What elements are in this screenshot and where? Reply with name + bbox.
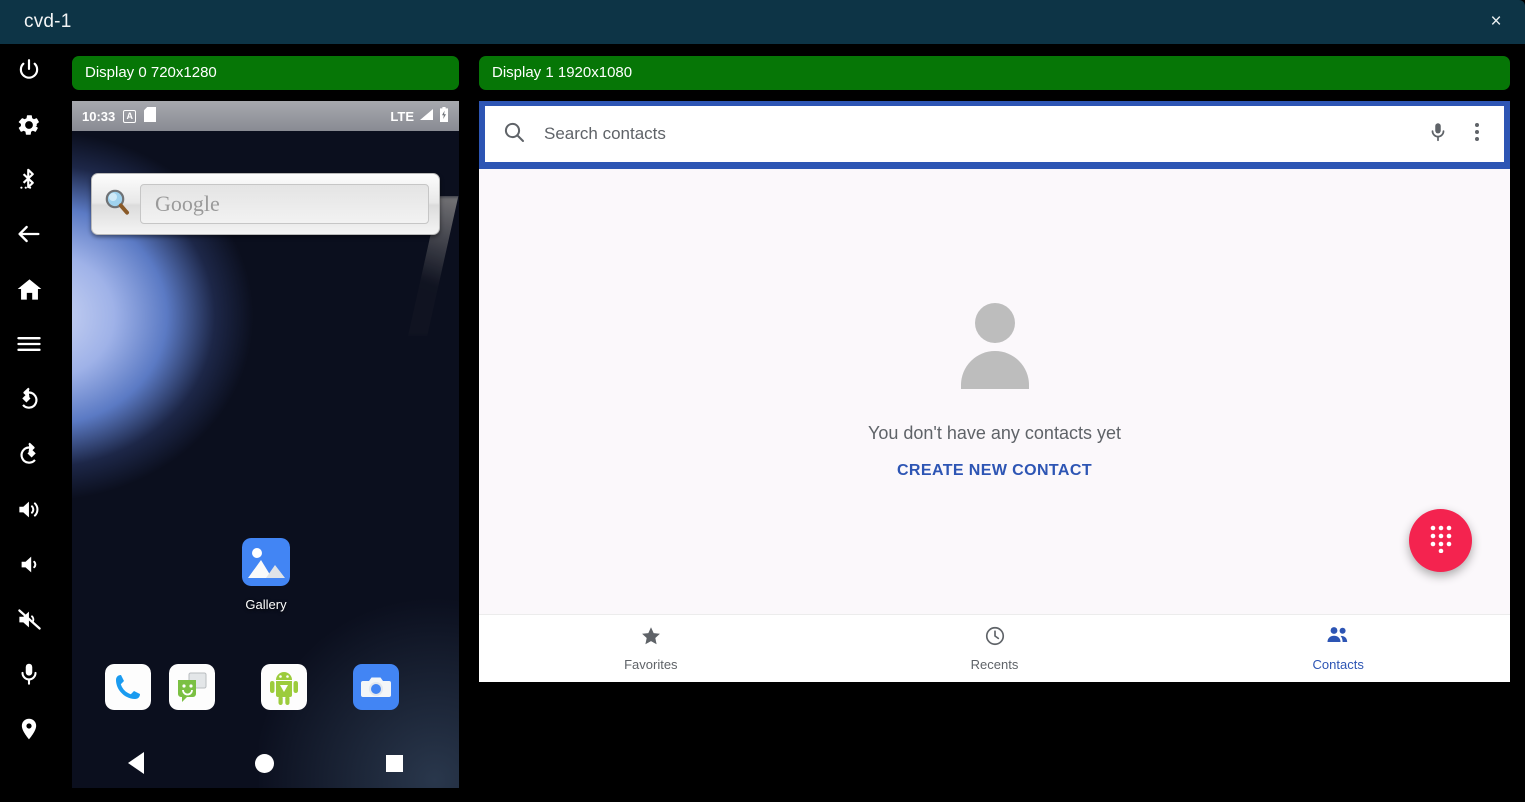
network-type-label: LTE xyxy=(390,109,414,124)
person-placeholder-icon xyxy=(956,303,1034,389)
sidebar-item-settings[interactable] xyxy=(7,103,51,147)
window-title: cvd-1 xyxy=(24,0,71,44)
contacts-search-container: Search contacts xyxy=(479,101,1510,169)
search-magnifier-icon xyxy=(102,187,132,222)
sd-card-icon xyxy=(144,107,156,125)
sidebar-item-home[interactable] xyxy=(7,267,51,311)
contacts-empty-state: You don't have any contacts yet CREATE N… xyxy=(479,169,1510,614)
volume-mute-icon xyxy=(16,606,43,633)
tab-recents[interactable]: Recents xyxy=(823,615,1167,682)
sidebar-item-volume-mute[interactable] xyxy=(7,597,51,641)
create-new-contact-button[interactable]: CREATE NEW CONTACT xyxy=(897,462,1092,480)
dock-item-android[interactable] xyxy=(261,664,307,710)
sidebar-item-rotate-right[interactable] xyxy=(7,432,51,476)
sidebar-item-location[interactable] xyxy=(7,707,51,751)
microphone-icon[interactable] xyxy=(1427,121,1449,148)
location-pin-icon xyxy=(16,716,42,742)
rotate-right-icon xyxy=(16,441,42,467)
display-1-screen[interactable]: Search contacts You d xyxy=(479,101,1510,682)
battery-charging-icon xyxy=(439,107,449,125)
sidebar-item-bluetooth[interactable] xyxy=(7,157,51,201)
display-0-header: Display 0 720x1280 xyxy=(72,56,459,90)
app-window: cvd-1 × xyxy=(0,0,1525,802)
app-icon-gallery[interactable]: Gallery xyxy=(192,538,340,612)
display-1-header: Display 1 1920x1080 xyxy=(479,56,1510,90)
sidebar-item-menu[interactable] xyxy=(7,322,51,366)
search-input[interactable]: Search contacts xyxy=(544,124,1409,144)
close-icon[interactable]: × xyxy=(1467,0,1525,44)
people-icon xyxy=(1326,625,1350,650)
sidebar-item-power[interactable] xyxy=(7,48,51,92)
empty-state-message: You don't have any contacts yet xyxy=(868,423,1121,444)
android-dock xyxy=(72,664,459,716)
arrow-left-icon xyxy=(15,220,43,248)
hamburger-menu-icon xyxy=(15,330,43,358)
rotate-left-icon xyxy=(16,386,42,412)
dialpad-fab-button[interactable] xyxy=(1409,509,1472,572)
search-bar[interactable]: Search contacts xyxy=(485,106,1504,162)
nav-recents-icon[interactable] xyxy=(386,755,403,772)
sidebar-item-rotate-left[interactable] xyxy=(7,377,51,421)
gear-icon xyxy=(16,112,42,138)
dock-item-camera[interactable] xyxy=(353,664,399,710)
dock-item-phone[interactable] xyxy=(105,664,151,710)
dock-item-messaging[interactable] xyxy=(169,664,215,710)
star-icon xyxy=(640,625,662,650)
home-icon xyxy=(16,276,43,303)
gallery-icon xyxy=(242,538,290,586)
app-label: Gallery xyxy=(245,597,286,612)
more-vert-icon[interactable] xyxy=(1467,121,1487,148)
dialpad-icon xyxy=(1428,523,1454,558)
signal-icon xyxy=(419,108,434,124)
tab-label: Recents xyxy=(971,657,1019,672)
sidebar-item-volume-down[interactable] xyxy=(7,542,51,586)
tab-contacts[interactable]: Contacts xyxy=(1166,615,1510,682)
display-0-screen[interactable]: 10:33 A LTE xyxy=(72,101,459,788)
android-status-bar: 10:33 A LTE xyxy=(72,101,459,131)
google-search-placeholder[interactable]: Google xyxy=(140,184,429,224)
volume-up-icon xyxy=(16,496,43,523)
sidebar-item-volume-up[interactable] xyxy=(7,487,51,531)
sidebar-item-back[interactable] xyxy=(7,212,51,256)
nav-back-icon[interactable] xyxy=(128,752,144,774)
power-icon xyxy=(16,57,42,83)
bluetooth-icon xyxy=(16,166,42,192)
tab-label: Contacts xyxy=(1313,657,1364,672)
status-time: 10:33 xyxy=(82,109,115,124)
alarm-icon: A xyxy=(123,110,136,123)
tab-favorites[interactable]: Favorites xyxy=(479,615,823,682)
nav-home-icon[interactable] xyxy=(255,754,274,773)
google-search-widget[interactable]: Google xyxy=(91,173,440,235)
android-navigation-bar xyxy=(72,738,459,788)
window-titlebar: cvd-1 × xyxy=(0,0,1525,44)
contacts-bottom-navigation: Favorites Recents Contac xyxy=(479,614,1510,682)
device-control-sidebar xyxy=(0,44,58,802)
volume-down-icon xyxy=(16,551,43,578)
microphone-icon xyxy=(16,661,42,687)
tab-label: Favorites xyxy=(624,657,677,672)
sidebar-item-microphone[interactable] xyxy=(7,652,51,696)
search-icon xyxy=(502,120,526,149)
clock-icon xyxy=(984,625,1006,650)
